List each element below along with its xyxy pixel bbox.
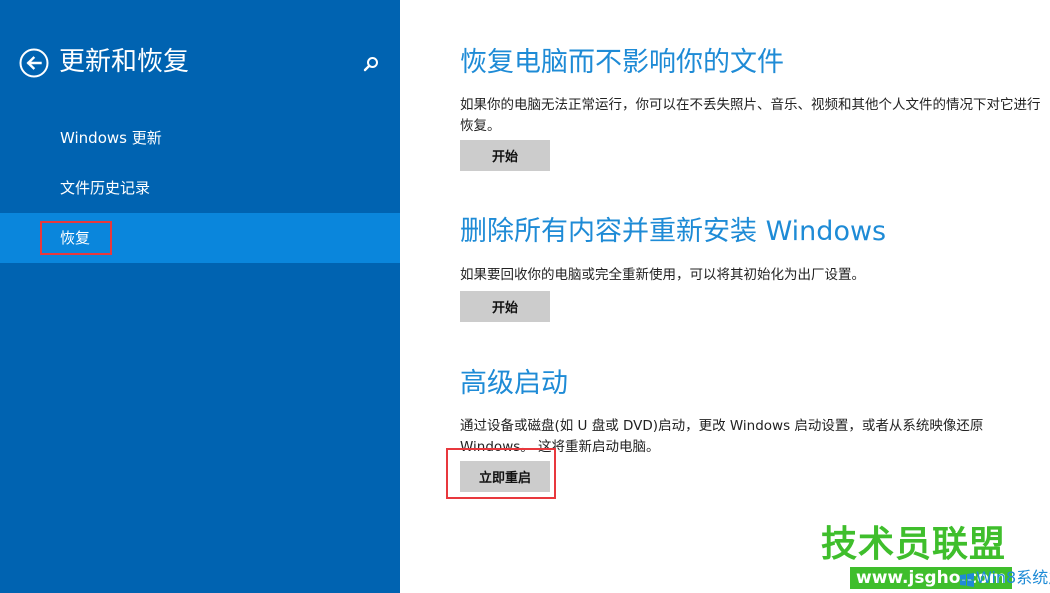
section-description: 如果你的电脑无法正常运行，你可以在不丢失照片、音乐、视频和其他个人文件的情况下对… <box>460 97 1041 134</box>
search-button[interactable] <box>361 54 381 74</box>
section-heading: 恢复电脑而不影响你的文件 <box>460 47 784 78</box>
back-arrow-circle-icon <box>19 48 49 78</box>
section-description: 如果要回收你的电脑或完全重新使用，可以将其初始化为出厂设置。 <box>460 267 865 283</box>
sidebar-nav: Windows 更新 文件历史记录 恢复 <box>0 113 400 263</box>
section-heading: 高级启动 <box>460 368 568 399</box>
sidebar-title: 更新和恢复 <box>59 47 190 77</box>
watermark: 技术员联盟 www.jsgho.com Win8系统之家 <box>810 523 1050 593</box>
sidebar-item-label: 恢复 <box>60 229 91 247</box>
sidebar: 更新和恢复 Windows 更新 文件历史记录 恢复 <box>0 0 400 593</box>
refresh-start-button[interactable]: 开始 <box>460 140 550 171</box>
section-description: 通过设备或磁盘(如 U 盘或 DVD)启动，更改 Windows 启动设置，或者… <box>460 418 984 455</box>
restart-now-button[interactable]: 立即重启 <box>460 461 550 492</box>
sidebar-item-recovery[interactable]: 恢复 <box>0 213 400 263</box>
reset-start-button[interactable]: 开始 <box>460 291 550 322</box>
search-icon <box>363 57 378 72</box>
sidebar-item-label: Windows 更新 <box>60 129 162 147</box>
watermark-title: 技术员联盟 <box>820 524 1006 565</box>
back-button[interactable] <box>19 48 49 78</box>
settings-screen: 更新和恢复 Windows 更新 文件历史记录 恢复 恢复电脑而不影响你的文件 … <box>0 0 1050 593</box>
sidebar-item-label: 文件历史记录 <box>60 179 151 197</box>
windows-logo-icon <box>960 573 974 587</box>
section-heading: 删除所有内容并重新安装 Windows <box>460 216 887 247</box>
main-content: 恢复电脑而不影响你的文件 如果你的电脑无法正常运行，你可以在不丢失照片、音乐、视… <box>400 0 1050 593</box>
sidebar-item-windows-update[interactable]: Windows 更新 <box>0 113 400 163</box>
sidebar-item-file-history[interactable]: 文件历史记录 <box>0 163 400 213</box>
watermark-subtitle: Win8系统之家 <box>976 568 1050 587</box>
